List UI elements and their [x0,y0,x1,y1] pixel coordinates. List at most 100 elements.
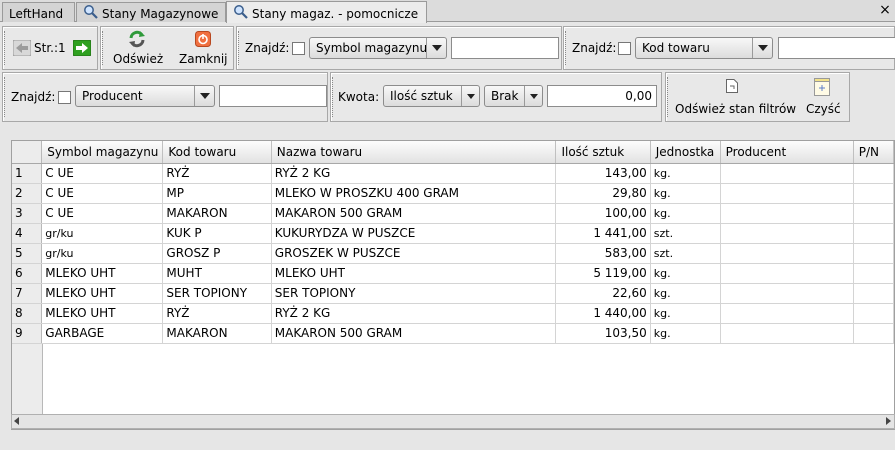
find-code-select[interactable]: Kod towaru [635,37,773,59]
table-cell-kod[interactable]: MUHT [162,263,272,284]
find-symbol-input[interactable] [451,37,559,59]
table-cell-nazwa[interactable]: MAKARON 500 GRAM [271,203,557,224]
tab-lefthand[interactable]: LeftHand [2,2,75,22]
table-cell-symbol[interactable]: GARBAGE [41,323,164,344]
horizontal-scrollbar[interactable] [11,414,895,429]
table-cell-symbol[interactable]: MLEKO UHT [41,263,164,284]
row-number[interactable]: 7 [12,283,43,304]
table-cell-kod[interactable]: MAKARON [162,203,272,224]
scroll-left-icon[interactable] [14,417,19,425]
table-cell-kod[interactable]: MP [162,183,272,204]
tab-stany-magaz-pomocnicze[interactable]: Stany magaz. - pomocnicze [226,1,427,23]
row-number[interactable]: 9 [12,323,43,344]
table-cell-jm[interactable]: szt. [650,223,721,244]
table-cell-symbol[interactable]: gr/ku [41,243,164,264]
table-row[interactable]: 1C UE RYŻ RYŻ 2 KG 143,00 kg. [12,163,894,184]
table-cell-ilosc[interactable]: 22,60 [555,283,651,304]
table-cell-symbol[interactable]: gr/ku [41,223,164,244]
table-cell-pn[interactable] [853,183,894,204]
table-cell-pn[interactable] [853,283,894,304]
table-cell-jm[interactable]: kg. [650,303,721,324]
table-row[interactable]: 5 gr/ku GROSZ P GROSZEK W PUSZCE 583,00 szt. [12,243,894,264]
table-row[interactable]: 7 MLEKO UHT SER TOPIONY SER TOPIONY 22,60 kg. [12,283,894,304]
table-cell-pn[interactable] [853,223,894,244]
column-header[interactable]: Symbol magazynu [41,141,164,164]
toolbar-grip[interactable] [238,31,241,65]
table-cell-producent[interactable] [720,183,854,204]
table-cell-symbol[interactable]: C UE [41,183,164,204]
scroll-right-icon[interactable] [886,417,891,425]
table-cell-symbol[interactable]: C UE [41,203,164,224]
amount-condition-select[interactable]: Brak [484,85,543,107]
find-producer-select[interactable]: Producent [75,85,215,107]
table-cell-jm[interactable]: kg. [650,203,721,224]
table-cell-jm[interactable]: kg. [650,183,721,204]
arrow-left-icon[interactable] [12,39,32,59]
find-symbol-select[interactable]: Symbol magazynu [309,37,447,59]
table-cell-nazwa[interactable]: MAKARON 500 GRAM [271,323,557,344]
row-number[interactable]: 1 [12,163,43,184]
table-cell-ilosc[interactable]: 1 441,00 [555,223,651,244]
table-cell-jm[interactable]: kg. [650,283,721,304]
table-cell-producent[interactable] [720,303,854,324]
row-number[interactable]: 3 [12,203,43,224]
column-header[interactable]: Ilość sztuk [555,141,651,164]
table-cell-producent[interactable] [720,223,854,244]
table-cell-nazwa[interactable]: GROSZEK W PUSZCE [271,243,557,264]
column-header[interactable]: Producent [720,141,854,164]
row-number[interactable]: 2 [12,183,43,204]
toolbar-grip[interactable] [332,77,335,117]
find-symbol-checkbox[interactable] [292,42,305,55]
tab-stany-magazynowe[interactable]: Stany Magazynowe [76,2,226,22]
table-cell-ilosc[interactable]: 29,80 [555,183,651,204]
row-number[interactable]: 8 [12,303,43,324]
refresh-button[interactable]: Odśwież [111,28,163,68]
table-cell-pn[interactable] [853,163,894,184]
close-button[interactable]: Zamknij [175,28,231,68]
table-cell-symbol[interactable]: MLEKO UHT [41,283,164,304]
table-cell-symbol[interactable]: MLEKO UHT [41,303,164,324]
table-cell-kod[interactable]: RYŻ [162,303,272,324]
refresh-filters-button[interactable]: Odśwież stan filtrów [672,75,796,119]
arrow-right-icon[interactable] [72,39,92,59]
table-cell-nazwa[interactable]: SER TOPIONY [271,283,557,304]
table-cell-ilosc[interactable]: 143,00 [555,163,651,184]
table-row[interactable]: 3C UE MAKARON MAKARON 500 GRAM 100,00 kg. [12,203,894,224]
table-cell-jm[interactable]: szt. [650,243,721,264]
table-cell-ilosc[interactable]: 5 119,00 [555,263,651,284]
table-cell-producent[interactable] [720,263,854,284]
table-cell-nazwa[interactable]: MLEKO UHT [271,263,557,284]
table-cell-kod[interactable]: MAKARON [162,323,272,344]
find-code-input[interactable] [778,37,895,59]
find-producer-input[interactable] [219,85,327,107]
amount-input[interactable]: 0,00 [547,85,657,107]
toolbar-grip[interactable] [565,31,568,65]
find-producer-checkbox[interactable] [58,91,71,104]
table-cell-nazwa[interactable]: RYŻ 2 KG [271,303,557,324]
table-row[interactable]: 6 MLEKO UHT MUHT MLEKO UHT 5 119,00 kg. [12,263,894,284]
row-number[interactable]: 5 [12,243,43,264]
table-cell-symbol[interactable]: C UE [41,163,164,184]
table-cell-pn[interactable] [853,263,894,284]
row-number[interactable]: 4 [12,223,43,244]
table-cell-nazwa[interactable]: KUKURYDZA W PUSZCE [271,223,557,244]
table-row[interactable]: 8 MLEKO UHT RYŻ RYŻ 2 KG 1 440,00 kg. [12,303,894,324]
table-cell-kod[interactable]: GROSZ P [162,243,272,264]
column-header[interactable]: P/N [853,141,894,164]
row-number[interactable]: 6 [12,263,43,284]
table-cell-nazwa[interactable]: MLEKO W PROSZKU 400 GRAM [271,183,557,204]
amount-field-select[interactable]: Ilość sztuk [383,85,480,107]
table-cell-ilosc[interactable]: 1 440,00 [555,303,651,324]
column-header[interactable]: Jednostka [650,141,721,164]
table-cell-producent[interactable] [720,163,854,184]
table-cell-ilosc[interactable]: 100,00 [555,203,651,224]
toolbar-grip[interactable] [102,31,105,65]
table-cell-pn[interactable] [853,203,894,224]
table-cell-producent[interactable] [720,283,854,304]
table-cell-jm[interactable]: kg. [650,163,721,184]
table-cell-ilosc[interactable]: 583,00 [555,243,651,264]
table-cell-jm[interactable]: kg. [650,323,721,344]
table-cell-ilosc[interactable]: 103,50 [555,323,651,344]
close-tab-button[interactable]: × [878,3,892,17]
table-cell-pn[interactable] [853,243,894,264]
